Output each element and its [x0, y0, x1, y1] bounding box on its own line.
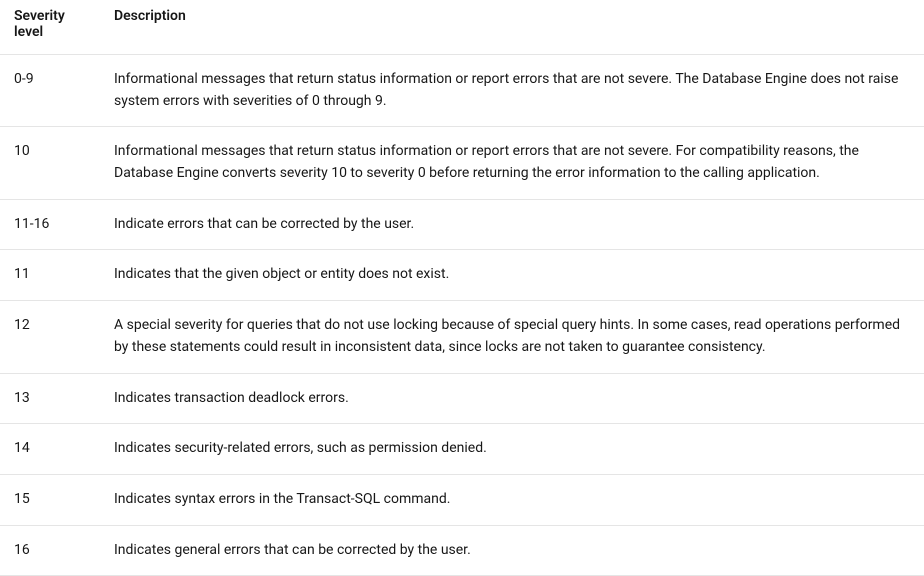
- cell-description: Indicates transaction deadlock errors.: [100, 373, 924, 424]
- cell-description: Indicates that the given object or entit…: [100, 250, 924, 301]
- cell-severity: 14: [0, 424, 100, 475]
- table-row: 13 Indicates transaction deadlock errors…: [0, 373, 924, 424]
- cell-severity: 11: [0, 250, 100, 301]
- cell-description: A special severity for queries that do n…: [100, 301, 924, 373]
- table-row: 11-16 Indicate errors that can be correc…: [0, 199, 924, 250]
- cell-severity: 12: [0, 301, 100, 373]
- cell-severity: 15: [0, 474, 100, 525]
- table-row: 16 Indicates general errors that can be …: [0, 525, 924, 576]
- cell-severity: 0-9: [0, 55, 100, 127]
- header-severity: Severity level: [0, 0, 100, 55]
- severity-table: Severity level Description 0-9 Informati…: [0, 0, 924, 576]
- table-row: 0-9 Informational messages that return s…: [0, 55, 924, 127]
- table-row: 12 A special severity for queries that d…: [0, 301, 924, 373]
- cell-severity: 13: [0, 373, 100, 424]
- cell-description: Informational messages that return statu…: [100, 127, 924, 199]
- cell-severity: 11-16: [0, 199, 100, 250]
- cell-description: Indicates general errors that can be cor…: [100, 525, 924, 576]
- cell-description: Indicate errors that can be corrected by…: [100, 199, 924, 250]
- cell-severity: 10: [0, 127, 100, 199]
- table-row: 15 Indicates syntax errors in the Transa…: [0, 474, 924, 525]
- header-description: Description: [100, 0, 924, 55]
- cell-severity: 16: [0, 525, 100, 576]
- cell-description: Indicates security-related errors, such …: [100, 424, 924, 475]
- table-row: 11 Indicates that the given object or en…: [0, 250, 924, 301]
- table-row: 14 Indicates security-related errors, su…: [0, 424, 924, 475]
- table-row: 10 Informational messages that return st…: [0, 127, 924, 199]
- cell-description: Indicates syntax errors in the Transact-…: [100, 474, 924, 525]
- cell-description: Informational messages that return statu…: [100, 55, 924, 127]
- table-header-row: Severity level Description: [0, 0, 924, 55]
